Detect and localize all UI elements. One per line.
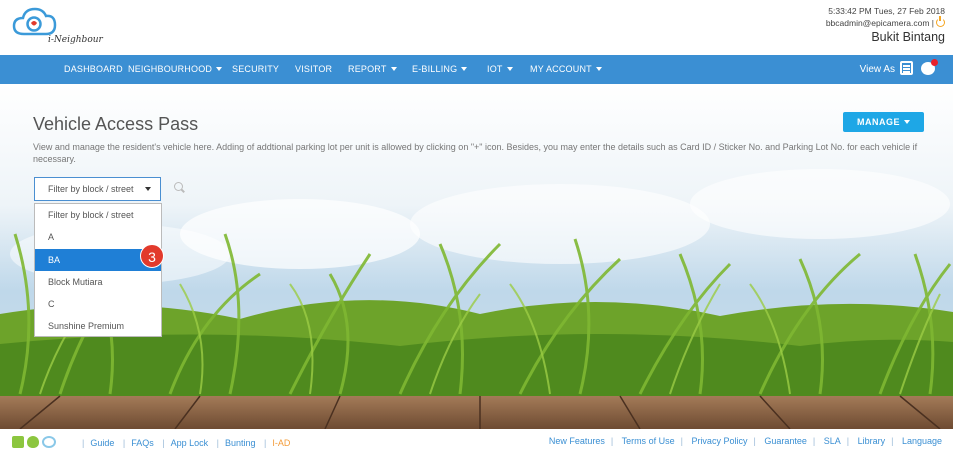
chat-icon[interactable] (921, 59, 938, 75)
search-icon[interactable] (174, 182, 183, 191)
step-badge: 3 (140, 244, 164, 268)
footer-link-faqs[interactable]: FAQs (131, 438, 154, 448)
footer-link-language[interactable]: Language (902, 436, 942, 446)
footer-link-library[interactable]: Library (858, 436, 886, 446)
footer-link-guarantee[interactable]: Guarantee (764, 436, 807, 446)
notification-dot (931, 59, 938, 66)
nav-report[interactable]: REPORT (348, 55, 397, 84)
footer-links-left: | Guide | FAQs | App Lock | Bunting | I-AD (82, 438, 291, 448)
cloud-icon[interactable] (42, 436, 56, 448)
user-email-row: bbcadmin@epicamera.com | (825, 16, 945, 29)
logo-text: i-Neighbour (48, 35, 103, 45)
option-sunshine-premium[interactable]: Sunshine Premium (35, 315, 161, 337)
header: i-Neighbour 5:33:42 PM Tues, 27 Feb 2018… (0, 0, 953, 55)
dropdown-arrow-icon (145, 187, 151, 191)
nav-neighbourhood[interactable]: NEIGHBOURHOOD (128, 55, 223, 84)
filter-selected-value: Filter by block / street (48, 184, 134, 194)
chevron-down-icon (595, 67, 602, 71)
footer-link-app-lock[interactable]: App Lock (171, 438, 209, 448)
manage-button[interactable]: MANAGE (843, 112, 924, 132)
option-block-mutiara[interactable]: Block Mutiara (35, 271, 161, 293)
list-icon[interactable] (900, 61, 913, 75)
chevron-down-icon (216, 67, 223, 71)
footer-link-terms[interactable]: Terms of Use (622, 436, 675, 446)
filter-dropdown-list: Filter by block / street A BA Block Muti… (34, 203, 162, 337)
option-c[interactable]: C (35, 293, 161, 315)
main-nav: DASHBOARD NEIGHBOURHOOD SECURITY VISITOR… (0, 55, 953, 84)
view-as[interactable]: View As (860, 55, 938, 84)
footer-link-i-ad[interactable]: I-AD (272, 438, 290, 448)
page-title: Vehicle Access Pass (33, 114, 199, 134)
nav-visitor[interactable]: VISITOR (295, 55, 332, 84)
nav-iot[interactable]: IOT (487, 55, 513, 84)
chevron-down-icon (461, 67, 468, 71)
android-icon[interactable] (12, 436, 24, 448)
footer: | Guide | FAQs | App Lock | Bunting | I-AD Ne… (0, 429, 953, 457)
user-email: bbcadmin@epicamera.com | (825, 18, 934, 28)
footer-link-guide[interactable]: Guide (90, 438, 114, 448)
option-a[interactable]: A (35, 226, 161, 248)
footer-link-privacy[interactable]: Privacy Policy (691, 436, 747, 446)
footer-link-sla[interactable]: SLA (824, 436, 841, 446)
block-filter-select[interactable]: Filter by block / street (34, 177, 161, 201)
chevron-down-icon (390, 67, 397, 71)
footer-link-new-features[interactable]: New Features (549, 436, 605, 446)
location: Bukit Bintang (871, 30, 945, 44)
chevron-down-icon (506, 67, 513, 71)
power-icon[interactable] (936, 16, 945, 27)
footer-link-bunting[interactable]: Bunting (225, 438, 256, 448)
nav-ebilling[interactable]: E-BILLING (412, 55, 468, 84)
option-filter-placeholder[interactable]: Filter by block / street (35, 204, 161, 226)
chevron-down-icon (904, 120, 910, 124)
app-icons (12, 436, 59, 448)
datetime: 5:33:42 PM Tues, 27 Feb 2018 (828, 6, 945, 16)
nav-security[interactable]: SECURITY (232, 55, 279, 84)
apple-icon[interactable] (27, 436, 39, 448)
page-description: View and manage the resident's vehicle h… (33, 142, 918, 164)
user-info: 5:33:42 PM Tues, 27 Feb 2018 bbcadmin@ep… (826, 5, 945, 46)
footer-links-right: New Features | Terms of Use | Privacy Poli… (548, 436, 942, 446)
nav-my-account[interactable]: MY ACCOUNT (530, 55, 602, 84)
nav-dashboard[interactable]: DASHBOARD (64, 55, 123, 84)
